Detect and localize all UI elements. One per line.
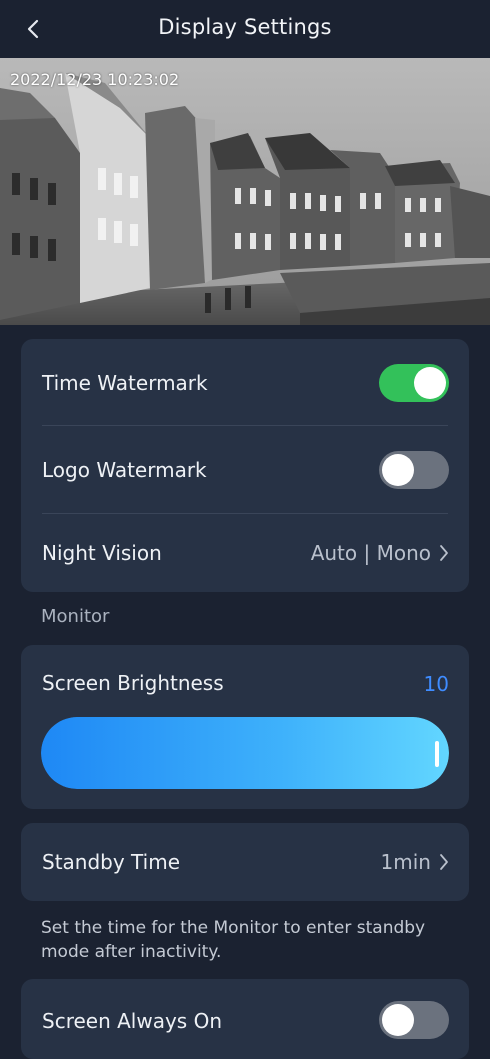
- night-vision-value: Auto | Mono: [310, 540, 431, 565]
- time-watermark-row: Time Watermark: [21, 339, 469, 426]
- preview-image: [0, 58, 490, 325]
- brightness-card: Screen Brightness 10: [21, 645, 469, 809]
- standby-time-value-button[interactable]: 1min: [381, 850, 449, 874]
- night-vision-value-button[interactable]: Auto | Mono: [311, 541, 449, 565]
- watermark-settings-card: Time Watermark Logo Watermark Night Visi…: [21, 339, 469, 592]
- brightness-value: 10: [423, 672, 449, 696]
- toggle-knob: [382, 453, 414, 486]
- screen-brightness-label: Screen Brightness: [42, 671, 224, 695]
- standby-time-label: Standby Time: [42, 850, 180, 874]
- logo-watermark-toggle[interactable]: [379, 450, 449, 489]
- chevron-right-icon: [440, 544, 448, 561]
- standby-help-text: Set the time for the Monitor to enter st…: [41, 918, 426, 962]
- time-watermark-toggle[interactable]: [379, 363, 449, 402]
- toggle-knob: [382, 1004, 414, 1036]
- screen-always-on-label: Screen Always On: [42, 1009, 222, 1033]
- screen-always-on-toggle[interactable]: [379, 1001, 449, 1039]
- camera-preview: 2022/12/23 10:23:02: [0, 58, 490, 325]
- standby-card[interactable]: Standby Time 1min: [21, 823, 469, 901]
- brightness-slider-fill: [41, 717, 449, 789]
- logo-watermark-label: Logo Watermark: [42, 457, 207, 482]
- standby-time-value: 1min: [380, 850, 431, 874]
- timestamp-overlay: 2022/12/23 10:23:02: [10, 70, 180, 89]
- screen-always-on-card: Screen Always On: [21, 979, 469, 1059]
- monitor-section-label: Monitor: [41, 606, 110, 627]
- brightness-slider-handle[interactable]: [435, 741, 439, 767]
- page-title: Display Settings: [158, 15, 332, 39]
- brightness-slider[interactable]: [41, 717, 449, 789]
- time-watermark-label: Time Watermark: [42, 370, 208, 395]
- chevron-right-icon: [440, 854, 448, 870]
- night-vision-row[interactable]: Night Vision Auto | Mono: [21, 513, 469, 592]
- top-bar: Display Settings: [0, 0, 490, 58]
- night-vision-label: Night Vision: [42, 540, 162, 565]
- toggle-knob: [414, 366, 446, 399]
- logo-watermark-row: Logo Watermark: [21, 426, 469, 513]
